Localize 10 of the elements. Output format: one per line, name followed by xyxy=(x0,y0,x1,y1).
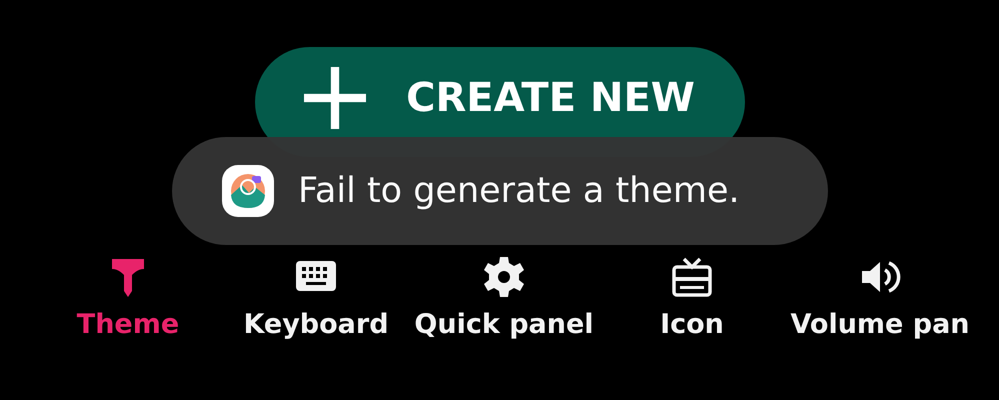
nav-tab[interactable]: Theme xyxy=(34,255,222,340)
toast-message: Fail to generate a theme. xyxy=(298,171,740,211)
gift-card-icon xyxy=(670,255,714,299)
nav-tab[interactable]: Icon xyxy=(598,255,786,340)
nav-tab[interactable]: Keyboard xyxy=(222,255,410,340)
app-icon xyxy=(222,165,274,217)
gear-icon xyxy=(482,255,526,299)
plus-icon xyxy=(304,67,366,129)
nav-tab[interactable]: Quick panel xyxy=(410,255,598,340)
nav-tab[interactable]: Volume pan xyxy=(786,255,974,340)
